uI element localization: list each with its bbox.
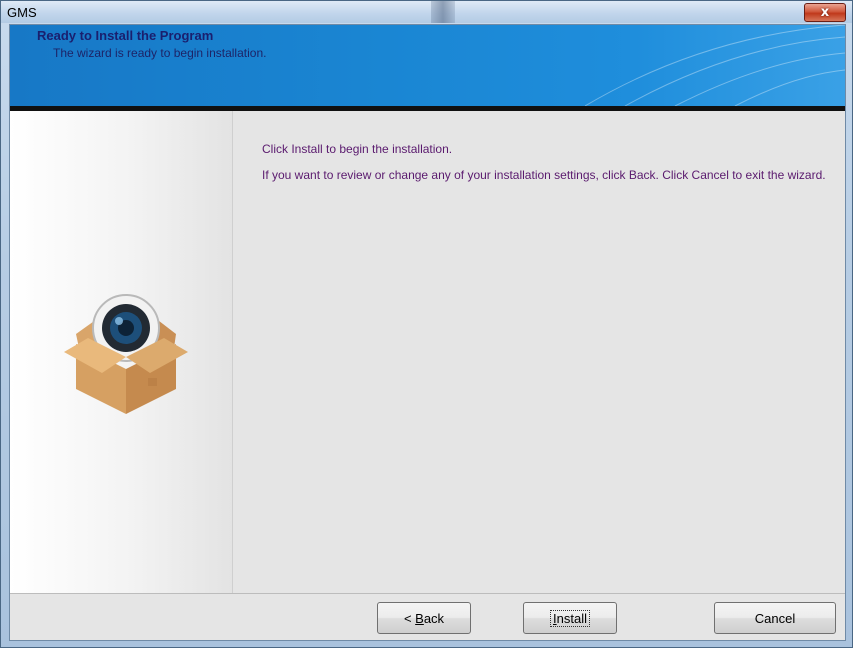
title-bar-reflection bbox=[431, 1, 455, 23]
back-button-label: < Back bbox=[403, 610, 445, 626]
back-button[interactable]: < Back bbox=[377, 602, 471, 634]
wizard-banner: Ready to Install the Program The wizard … bbox=[10, 25, 845, 106]
instruction-line-2: If you want to review or change any of y… bbox=[262, 168, 826, 182]
wizard-client-area: Ready to Install the Program The wizard … bbox=[9, 24, 846, 641]
install-button-label: Install bbox=[550, 609, 590, 627]
banner-title: Ready to Install the Program bbox=[37, 28, 214, 43]
cancel-button[interactable]: Cancel bbox=[714, 602, 836, 634]
banner-subtitle: The wizard is ready to begin installatio… bbox=[53, 46, 267, 60]
window-title: GMS bbox=[7, 5, 37, 20]
wizard-content: Click Install to begin the installation.… bbox=[262, 142, 832, 194]
camera-in-box-icon bbox=[64, 294, 188, 414]
installer-window: GMS x Ready to Install the Program The w… bbox=[0, 0, 853, 648]
instruction-line-1: Click Install to begin the installation. bbox=[262, 142, 453, 156]
close-button[interactable]: x bbox=[804, 3, 846, 22]
banner-swoosh-decoration bbox=[585, 25, 845, 106]
title-bar[interactable]: GMS x bbox=[1, 1, 852, 23]
footer-divider bbox=[10, 593, 845, 594]
install-button[interactable]: Install bbox=[523, 602, 617, 634]
side-image-panel bbox=[10, 111, 233, 593]
close-icon: x bbox=[820, 5, 830, 20]
cancel-button-label: Cancel bbox=[754, 610, 796, 626]
